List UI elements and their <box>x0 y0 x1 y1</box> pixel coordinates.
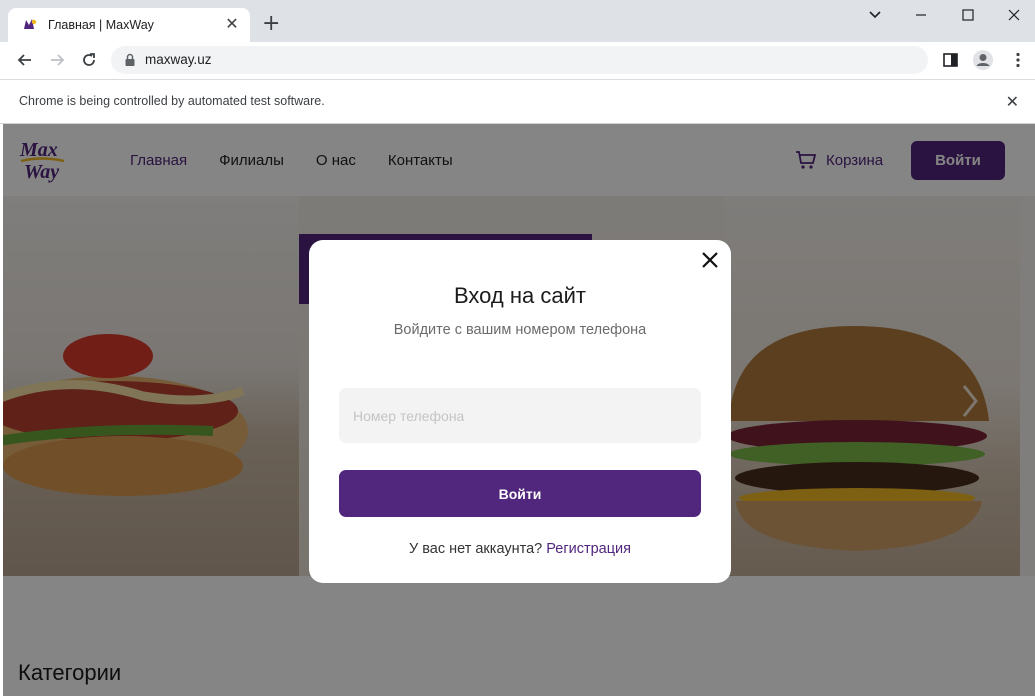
maxway-favicon-icon <box>24 19 37 29</box>
lock-icon[interactable] <box>124 53 136 67</box>
register-prompt: У вас нет аккаунта? Регистрация <box>309 541 731 557</box>
menu-kebab-icon[interactable] <box>1008 50 1028 70</box>
browser-tab-strip: Главная | MaxWay ✕ + <box>0 0 1035 42</box>
automation-infobar: Chrome is being controlled by automated … <box>0 79 1035 124</box>
side-panel-icon[interactable] <box>941 50 961 70</box>
no-account-text: У вас нет аккаунта? <box>408 541 547 557</box>
infobar-message: Chrome is being controlled by automated … <box>19 94 325 108</box>
modal-title: Вход на сайт <box>454 283 586 308</box>
tab-title: Главная | MaxWay <box>48 18 154 32</box>
register-link[interactable]: Регистрация <box>546 541 631 557</box>
profile-avatar-icon[interactable] <box>972 49 994 71</box>
window-close-icon[interactable] <box>1007 8 1021 22</box>
login-modal: Вход на сайт Войдите с вашим номером тел… <box>309 240 731 583</box>
reload-icon[interactable] <box>79 50 99 70</box>
new-tab-button[interactable]: + <box>262 13 280 35</box>
browser-tab[interactable]: Главная | MaxWay ✕ <box>8 8 250 42</box>
phone-number-input[interactable] <box>339 388 701 443</box>
minimize-icon[interactable] <box>914 8 928 22</box>
maximize-icon[interactable] <box>961 8 975 22</box>
modal-subtitle: Войдите с вашим номером телефона <box>393 322 647 338</box>
modal-close-icon[interactable] <box>701 251 719 269</box>
tab-close-icon[interactable]: ✕ <box>224 17 240 33</box>
tab-search-chevron-icon[interactable] <box>868 8 882 22</box>
infobar-close-icon[interactable]: ✕ <box>1006 92 1019 112</box>
address-bar[interactable]: maxway.uz <box>111 46 928 74</box>
forward-icon[interactable] <box>47 50 67 70</box>
url-text: maxway.uz <box>145 52 212 67</box>
back-icon[interactable] <box>15 50 35 70</box>
modal-login-button[interactable]: Войти <box>339 470 701 517</box>
